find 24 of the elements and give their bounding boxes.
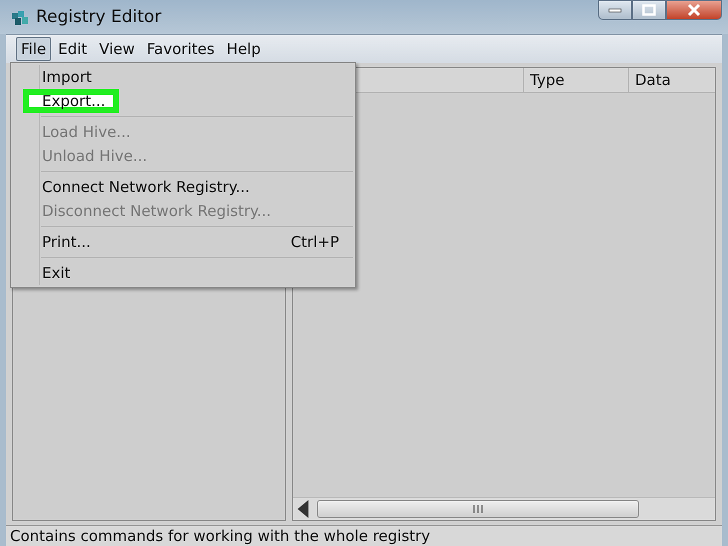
menu-item[interactable]: File bbox=[16, 37, 52, 61]
scroll-thumb[interactable] bbox=[317, 500, 639, 518]
minimize-icon bbox=[608, 7, 622, 13]
maximize-icon bbox=[642, 4, 656, 16]
window-title: Registry Editor bbox=[36, 7, 162, 27]
grip-icon bbox=[473, 505, 483, 513]
menu-item[interactable]: View bbox=[94, 37, 140, 61]
scroll-left-icon[interactable] bbox=[295, 500, 311, 518]
menu-item[interactable]: Help bbox=[222, 37, 266, 61]
close-icon bbox=[686, 3, 702, 17]
menu-entry[interactable]: Print... Ctrl+P bbox=[11, 230, 355, 254]
horizontal-scrollbar[interactable] bbox=[293, 497, 715, 520]
close-button[interactable] bbox=[666, 0, 722, 20]
status-text: Contains commands for working with the whole registry bbox=[6, 525, 722, 546]
menu-item[interactable]: Edit bbox=[53, 37, 92, 61]
menu-entry[interactable]: Exit bbox=[11, 261, 355, 285]
maximize-button[interactable] bbox=[632, 0, 666, 20]
menu-entry[interactable]: Connect Network Registry... bbox=[11, 175, 355, 199]
column-header[interactable]: Data bbox=[628, 68, 715, 92]
menu-entry[interactable]: Export... bbox=[23, 89, 120, 113]
menu-entry[interactable]: Import bbox=[11, 65, 355, 89]
menu-item[interactable]: Favorites bbox=[142, 37, 220, 61]
minimize-button[interactable] bbox=[598, 0, 632, 20]
column-header[interactable]: Type bbox=[523, 68, 628, 92]
